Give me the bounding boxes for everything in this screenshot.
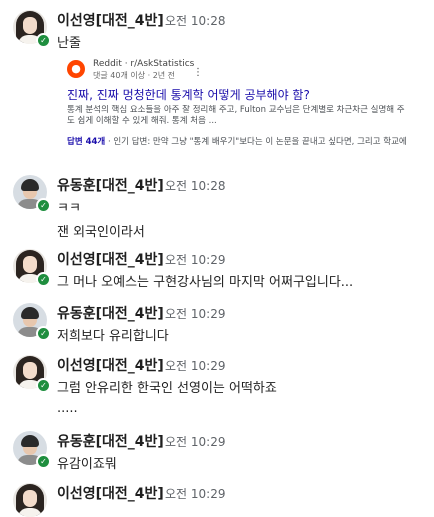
- online-status-icon: ✓: [36, 198, 51, 213]
- reddit-icon: ●: [67, 60, 85, 78]
- timestamp: 오전 10:29: [165, 307, 226, 321]
- female-avatar-icon: [13, 483, 47, 517]
- timestamp: 오전 10:28: [165, 179, 226, 193]
- author-name[interactable]: 유동훈[대전_4반]: [57, 431, 164, 451]
- author-name[interactable]: 유동훈[대전_4반]: [57, 303, 164, 323]
- online-status-icon: ✓: [36, 454, 51, 469]
- card-description: 통계 분석의 핵심 요소들을 아주 잘 정리해 주고, Fulton 교수님은 …: [67, 105, 434, 127]
- timestamp: 오전 10:29: [165, 359, 226, 373]
- message-text: .....: [57, 401, 78, 416]
- avatar[interactable]: ✓: [13, 303, 51, 341]
- card-source: Reddit · r/AskStatistics: [93, 59, 195, 69]
- answers-snippet: · 인기 답변: 만약 그냥 "통계 배우기"보다는 이 논문을 끝내고 싶다면…: [105, 137, 407, 147]
- avatar[interactable]: ✓: [13, 175, 51, 213]
- answers-link[interactable]: 답변 44개: [67, 137, 105, 147]
- timestamp: 오전 10:29: [165, 253, 226, 267]
- avatar[interactable]: ✓: [13, 249, 51, 287]
- online-status-icon: ✓: [36, 272, 51, 287]
- author-name[interactable]: 이선영[대전_4반]: [57, 355, 164, 375]
- author-name[interactable]: 유동훈[대전_4반]: [57, 175, 164, 195]
- online-status-icon: ✓: [36, 33, 51, 48]
- author-name[interactable]: 이선영[대전_4반]: [57, 249, 164, 269]
- message-text: 그 머나 오예스는 구현강사님의 마지막 어쩌구입니다...: [57, 275, 354, 290]
- link-preview-card[interactable]: ● Reddit · r/AskStatistics 댓글 40개 이상 · 2…: [62, 57, 434, 149]
- card-title-link[interactable]: 진짜, 진짜 멍청한데 통계학 어떻게 공부해야 함?: [67, 86, 310, 103]
- message-text: 저희보다 유리합니다: [57, 329, 169, 344]
- avatar[interactable]: [13, 483, 47, 517]
- avatar[interactable]: ✓: [13, 431, 51, 469]
- timestamp: 오전 10:28: [165, 14, 226, 28]
- message-text: 유감이죠뭐: [57, 457, 117, 472]
- card-answers: 답변 44개 · 인기 답변: 만약 그냥 "통계 배우기"보다는 이 논문을 …: [67, 135, 434, 147]
- message-text: 그럼 안유리한 한국인 선영이는 어떡하죠: [57, 381, 277, 396]
- online-status-icon: ✓: [36, 326, 51, 341]
- author-name[interactable]: 이선영[대전_4반]: [57, 10, 164, 30]
- card-description-line: 통계 분석의 핵심 요소들을 아주 잘 정리해 주고, Fulton 교수님은 …: [67, 105, 405, 115]
- message-text: ㅋㅋ: [57, 201, 81, 216]
- author-name[interactable]: 이선영[대전_4반]: [57, 483, 164, 503]
- avatar[interactable]: ✓: [13, 355, 51, 393]
- avatar[interactable]: ✓: [13, 10, 51, 48]
- timestamp: 오전 10:29: [165, 487, 226, 501]
- more-options-icon[interactable]: ⋮: [193, 67, 203, 78]
- message-text: 난줄: [57, 36, 81, 51]
- online-status-icon: ✓: [36, 378, 51, 393]
- card-description-line: 도 쉽게 이해할 수 있게 해줘. 통계 처음 ...: [67, 116, 217, 126]
- message-text: 잰 외국인이라서: [57, 225, 145, 240]
- card-meta: 댓글 40개 이상 · 2년 전: [93, 71, 176, 80]
- timestamp: 오전 10:29: [165, 435, 226, 449]
